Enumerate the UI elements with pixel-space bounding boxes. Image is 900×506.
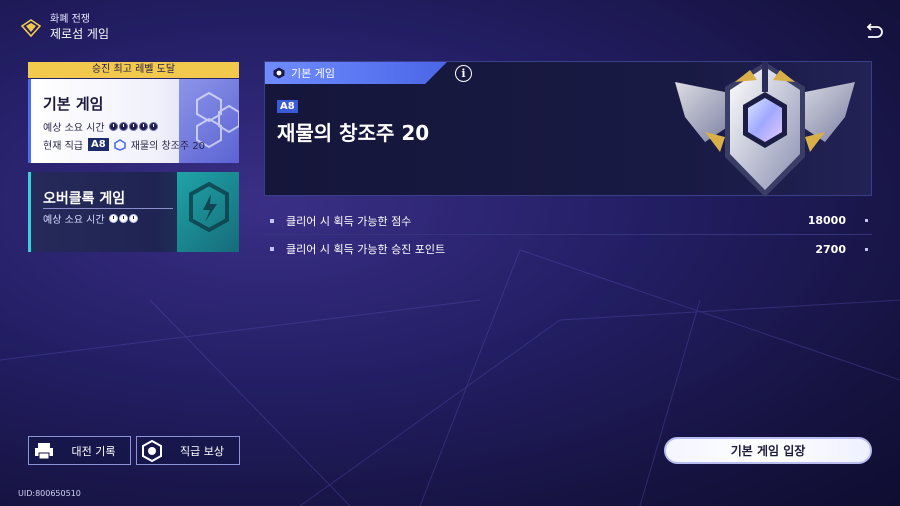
basic-game-card[interactable]: 기본 게임 예상 소요 시간 현재 직급 A8 재물의 창조주 20: [28, 79, 239, 163]
bullet-icon: [270, 247, 274, 251]
overclock-game-card[interactable]: 오버클록 게임 예상 소요 시간: [28, 172, 239, 252]
rank-name: 재물의 창조주 20: [130, 141, 205, 152]
overclock-card-art: [177, 172, 239, 252]
reward-label: 클리어 시 획득 가능한 점수: [286, 214, 412, 228]
overclock-time-row: 예상 소요 시간: [43, 211, 138, 226]
battle-history-label: 대전 기록: [71, 444, 116, 458]
clock-icon: [118, 122, 128, 131]
reward-list: 클리어 시 획득 가능한 점수 18000 클리어 시 획득 가능한 승진 포인…: [264, 207, 872, 263]
basic-card-title: 기본 게임: [43, 95, 104, 113]
rank-emblem-art: [675, 62, 855, 197]
basic-time-label: 예상 소요 시간: [43, 123, 105, 134]
clock-icon: [128, 122, 138, 131]
game-detail-panel: 기본 게임 i A8 재물의 창조주 20: [264, 61, 872, 197]
clock-icon: [108, 214, 118, 223]
clock-icon: [138, 122, 148, 131]
overclock-card-title: 오버클록 게임: [43, 191, 126, 207]
reward-label: 클리어 시 획득 가능한 승진 포인트: [286, 243, 446, 256]
rank-reward-icon: [139, 437, 165, 464]
rank-reward-label: 직급 보상: [180, 444, 224, 458]
main-rank-title: 재물의 창조주 20: [277, 121, 430, 145]
overclock-divider: [43, 208, 173, 209]
header-title: 제로섬 게임: [50, 27, 110, 41]
basic-time-clocks: [108, 122, 158, 131]
max-level-banner: 승진 최고 레벨 도달: [28, 62, 239, 78]
mode-tab-text: 기본 게임: [291, 67, 335, 80]
clock-icon: [108, 122, 118, 131]
reward-row: 클리어 시 획득 가능한 승진 포인트 2700: [264, 235, 872, 263]
bullet-icon: [865, 219, 868, 222]
diamond-logo-icon: [20, 19, 42, 38]
overclock-time-label: 예상 소요 시간: [43, 215, 105, 226]
header-subtitle: 화폐 전쟁: [50, 14, 90, 25]
rank-label: 현재 직급: [43, 141, 83, 152]
bullet-icon: [865, 247, 868, 251]
reward-row: 클리어 시 획득 가능한 점수 18000: [264, 207, 872, 235]
main-rank-chip: A8: [277, 100, 298, 113]
clock-icon: [128, 214, 138, 223]
lightning-hexagon-icon: [189, 181, 229, 233]
clock-icon: [148, 122, 158, 131]
basic-time-row: 예상 소요 시간: [43, 119, 158, 134]
bullet-icon: [270, 218, 274, 223]
info-icon[interactable]: i: [455, 65, 472, 82]
back-arrow-icon[interactable]: [862, 20, 884, 42]
printer-icon: [31, 437, 57, 464]
battle-history-button[interactable]: 대전 기록: [28, 436, 131, 465]
reward-value: 18000: [807, 214, 846, 227]
rank-reward-button[interactable]: 직급 보상: [136, 436, 240, 465]
user-id: UID:800650510: [18, 489, 81, 498]
page-header: 화폐 전쟁 제로섬 게임: [20, 14, 109, 42]
basic-rank-row: 현재 직급 A8 재물의 창조주 20: [43, 137, 205, 152]
hexagon-icon: [273, 67, 285, 79]
enter-button-label: 기본 게임 입장: [730, 444, 806, 458]
reward-value: 2700: [815, 242, 846, 256]
mode-tab-label: 기본 게임: [265, 62, 447, 84]
enter-basic-game-button[interactable]: 기본 게임 입장: [664, 437, 872, 464]
rank-badge: A8: [87, 138, 109, 151]
rank-emblem-icon: [113, 138, 126, 151]
clock-icon: [118, 214, 128, 223]
overclock-time-clocks: [108, 214, 138, 223]
